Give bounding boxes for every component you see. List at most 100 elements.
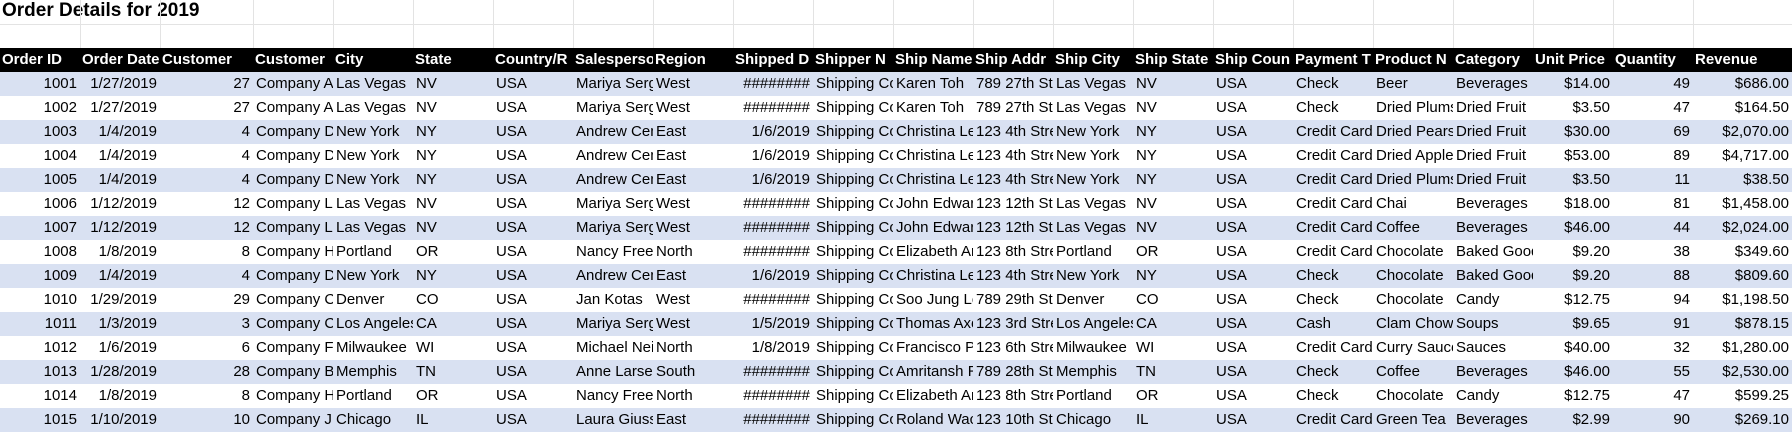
table-cell[interactable]: Andrew Cencini <box>573 264 653 288</box>
table-cell[interactable]: Shipping Co <box>813 144 893 168</box>
table-cell[interactable]: 1013 <box>0 360 80 384</box>
table-cell[interactable]: Las Vegas <box>333 96 413 120</box>
table-cell[interactable]: NY <box>1133 168 1213 192</box>
table-cell[interactable]: Company D <box>253 120 333 144</box>
table-cell[interactable]: $30.00 <box>1533 120 1613 144</box>
column-header[interactable]: Ship Coun <box>1213 48 1293 72</box>
table-cell[interactable]: 1/4/2019 <box>80 264 160 288</box>
column-header[interactable]: Category <box>1453 48 1533 72</box>
table-cell[interactable]: Shipping Co <box>813 96 893 120</box>
table-cell[interactable]: ######## <box>733 408 813 432</box>
table-cell[interactable]: 1/6/2019 <box>733 144 813 168</box>
table-cell[interactable]: Cash <box>1293 312 1373 336</box>
table-cell[interactable]: ######## <box>733 72 813 96</box>
table-cell[interactable]: Shipping Co <box>813 288 893 312</box>
table-cell[interactable]: Memphis <box>1053 360 1133 384</box>
table-cell[interactable]: $46.00 <box>1533 360 1613 384</box>
table-cell[interactable]: Andrew Cencini <box>573 120 653 144</box>
table-cell[interactable]: Company F <box>253 336 333 360</box>
table-cell[interactable]: USA <box>1213 240 1293 264</box>
table-cell[interactable]: South <box>653 360 733 384</box>
table-cell[interactable]: Shipping Co <box>813 240 893 264</box>
table-cell[interactable]: Dried Apples <box>1373 144 1453 168</box>
table-cell[interactable]: Michael Neipper <box>573 336 653 360</box>
table-cell[interactable]: Baked Goods <box>1453 264 1533 288</box>
table-cell[interactable]: OR <box>413 240 493 264</box>
table-cell[interactable]: Thomas Axen <box>893 312 973 336</box>
table-cell[interactable]: 1/4/2019 <box>80 168 160 192</box>
table-cell[interactable]: 89 <box>1613 144 1693 168</box>
table-cell[interactable]: 4 <box>160 144 253 168</box>
table-cell[interactable]: West <box>653 312 733 336</box>
table-cell[interactable]: NV <box>413 216 493 240</box>
table-cell[interactable]: ######## <box>733 216 813 240</box>
column-header[interactable]: Shipped D <box>733 48 813 72</box>
table-cell[interactable]: 1/29/2019 <box>80 288 160 312</box>
table-cell[interactable]: Shipping Co <box>813 312 893 336</box>
table-cell[interactable]: Check <box>1293 360 1373 384</box>
column-header[interactable]: Region <box>653 48 733 72</box>
table-cell[interactable]: Mariya Sergienko <box>573 312 653 336</box>
table-cell[interactable]: 1/6/2019 <box>733 120 813 144</box>
table-cell[interactable]: 123 12th St <box>973 192 1053 216</box>
table-cell[interactable]: Mariya Sergienko <box>573 96 653 120</box>
table-cell[interactable]: Roland Wacker <box>893 408 973 432</box>
table-cell[interactable]: 1/10/2019 <box>80 408 160 432</box>
table-cell[interactable]: 1010 <box>0 288 80 312</box>
table-cell[interactable]: $349.60 <box>1693 240 1792 264</box>
table-cell[interactable]: Credit Card <box>1293 216 1373 240</box>
table-cell[interactable]: USA <box>1213 264 1293 288</box>
table-cell[interactable]: 1015 <box>0 408 80 432</box>
table-cell[interactable]: Soups <box>1453 312 1533 336</box>
table-cell[interactable]: USA <box>1213 336 1293 360</box>
table-cell[interactable]: USA <box>493 144 573 168</box>
table-cell[interactable]: New York <box>1053 168 1133 192</box>
table-cell[interactable]: New York <box>333 120 413 144</box>
table-cell[interactable]: OR <box>413 384 493 408</box>
column-header[interactable]: Payment T <box>1293 48 1373 72</box>
table-cell[interactable]: Portland <box>1053 384 1133 408</box>
table-cell[interactable]: Elizabeth Andersen <box>893 240 973 264</box>
table-cell[interactable]: Chocolate <box>1373 288 1453 312</box>
table-cell[interactable]: Check <box>1293 384 1373 408</box>
table-cell[interactable]: $9.65 <box>1533 312 1613 336</box>
table-cell[interactable]: ######## <box>733 384 813 408</box>
table-cell[interactable]: CA <box>413 312 493 336</box>
table-cell[interactable]: Credit Card <box>1293 408 1373 432</box>
table-cell[interactable]: 69 <box>1613 120 1693 144</box>
table-cell[interactable]: Credit Card <box>1293 168 1373 192</box>
table-cell[interactable]: Andrew Cencini <box>573 168 653 192</box>
table-cell[interactable]: NV <box>1133 96 1213 120</box>
table-cell[interactable]: Company H <box>253 384 333 408</box>
table-cell[interactable]: Chocolate <box>1373 264 1453 288</box>
table-cell[interactable]: 44 <box>1613 216 1693 240</box>
table-cell[interactable]: New York <box>333 168 413 192</box>
table-cell[interactable]: NY <box>413 264 493 288</box>
table-cell[interactable]: Francisco Perez <box>893 336 973 360</box>
column-header[interactable]: Ship City <box>1053 48 1133 72</box>
table-cell[interactable]: Denver <box>333 288 413 312</box>
table-cell[interactable]: Christina Lee <box>893 264 973 288</box>
table-cell[interactable]: East <box>653 144 733 168</box>
column-header[interactable]: Shipper N <box>813 48 893 72</box>
table-cell[interactable]: 88 <box>1613 264 1693 288</box>
table-cell[interactable]: CA <box>1133 312 1213 336</box>
table-cell[interactable]: Dried Fruit <box>1453 168 1533 192</box>
table-cell[interactable]: Shipping Co <box>813 408 893 432</box>
table-cell[interactable]: West <box>653 216 733 240</box>
table-cell[interactable]: $4,717.00 <box>1693 144 1792 168</box>
table-cell[interactable]: East <box>653 408 733 432</box>
table-cell[interactable]: WI <box>413 336 493 360</box>
table-cell[interactable]: 8 <box>160 240 253 264</box>
table-cell[interactable]: New York <box>1053 264 1133 288</box>
column-header[interactable]: Salesperso <box>573 48 653 72</box>
table-cell[interactable]: Milwaukee <box>1053 336 1133 360</box>
table-cell[interactable]: Soo Jung Lee <box>893 288 973 312</box>
table-cell[interactable]: Company D <box>253 168 333 192</box>
table-cell[interactable]: 49 <box>1613 72 1693 96</box>
table-cell[interactable]: Portland <box>333 384 413 408</box>
table-cell[interactable]: Sauces <box>1453 336 1533 360</box>
table-cell[interactable]: Karen Toh <box>893 72 973 96</box>
table-cell[interactable]: 90 <box>1613 408 1693 432</box>
table-cell[interactable]: Mariya Sergienko <box>573 192 653 216</box>
